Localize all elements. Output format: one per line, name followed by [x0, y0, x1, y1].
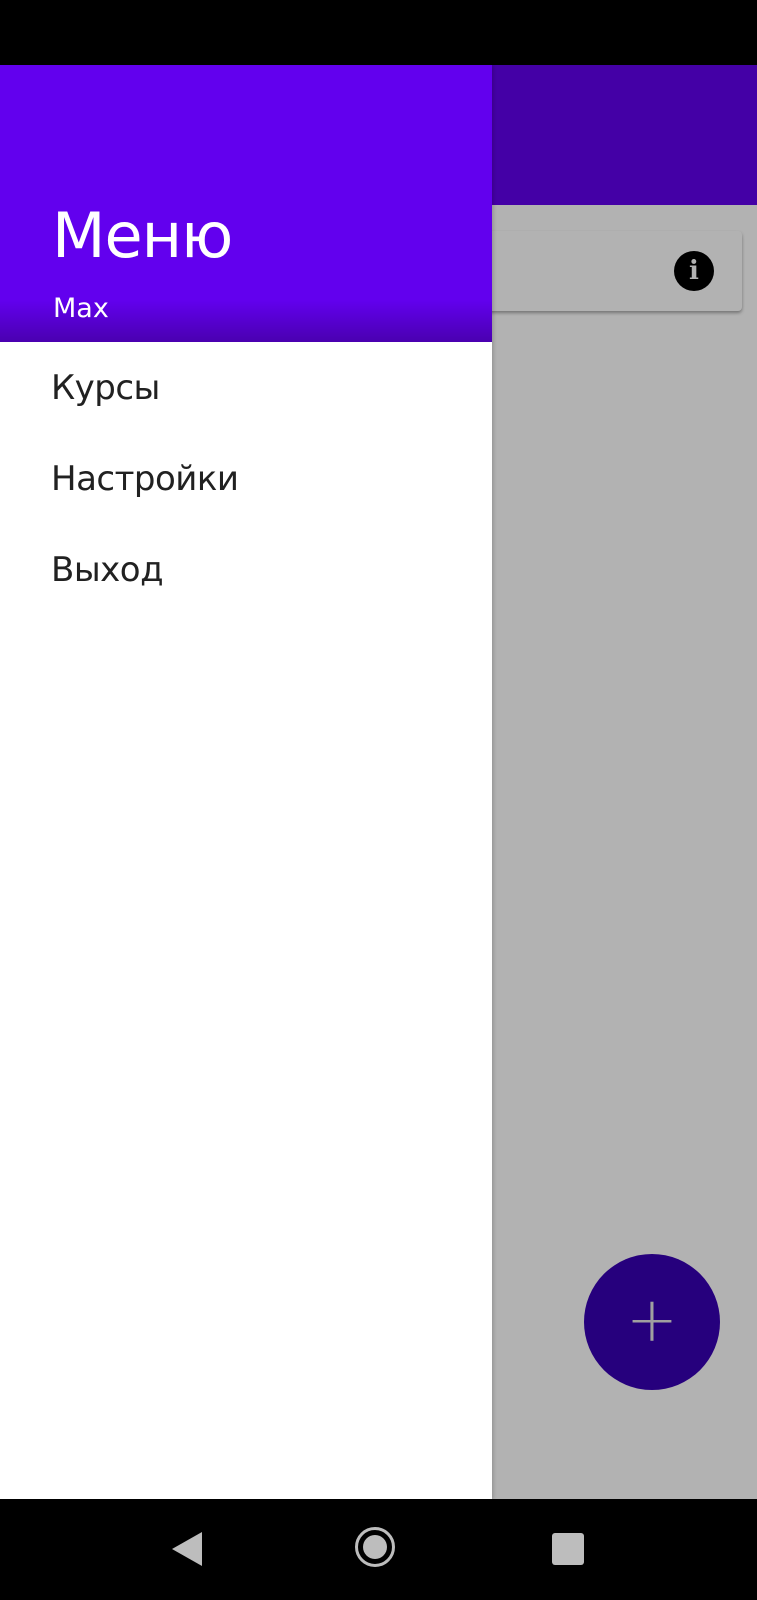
recents-icon[interactable] [552, 1533, 584, 1565]
drawer-item-courses[interactable]: Курсы [0, 342, 492, 433]
drawer-item-label: Выход [51, 549, 164, 590]
drawer-username: Max [53, 293, 109, 324]
drawer-menu: Курсы Настройки Выход [0, 342, 492, 615]
navigation-drawer: Меню Max Курсы Настройки Выход [0, 65, 492, 1499]
status-bar [0, 0, 757, 65]
drawer-item-label: Настройки [51, 458, 239, 499]
drawer-title: Меню [52, 199, 233, 272]
back-icon[interactable] [172, 1532, 202, 1566]
drawer-item-settings[interactable]: Настройки [0, 433, 492, 524]
drawer-item-logout[interactable]: Выход [0, 524, 492, 615]
drawer-header: Меню Max [0, 65, 492, 342]
home-icon[interactable] [355, 1527, 395, 1567]
system-navigation-bar [0, 1499, 757, 1600]
drawer-item-label: Курсы [51, 367, 160, 408]
